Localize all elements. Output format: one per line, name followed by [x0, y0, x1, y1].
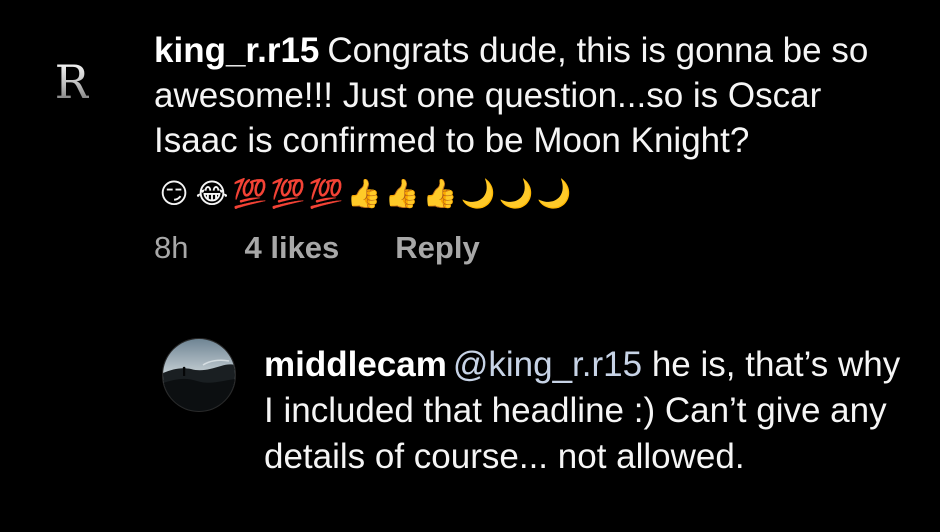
avatar[interactable]	[162, 338, 236, 412]
thumbs-up-emoji: 👍	[422, 178, 458, 209]
comment-time: 8h	[154, 230, 189, 265]
emoji-row: 😏 😂 💯 💯 💯 👍 👍 👍 🌙 🌙 🌙	[158, 178, 572, 210]
hundred-points-emoji: 💯	[270, 178, 306, 209]
thumbs-up-emoji: 👍	[384, 178, 420, 209]
reply-username[interactable]: middlecam	[264, 345, 447, 384]
hundred-points-emoji: 💯	[232, 178, 268, 209]
comment-username[interactable]: king_r.r15	[154, 31, 319, 70]
mention-link[interactable]: @king_r.r15	[453, 345, 642, 384]
avatar-letter: R	[54, 55, 90, 109]
crescent-moon-emoji: 🌙	[460, 178, 496, 209]
reply-comment: middlecam @king_r.r15 he is, that’s why I…	[0, 330, 940, 532]
crescent-moon-emoji: 🌙	[498, 178, 534, 209]
comment-meta: 8h 4 likes Reply	[154, 226, 480, 270]
comment-body: king_r.r15 Congrats dude, this is gonna b…	[154, 28, 894, 210]
reply-body: middlecam @king_r.r15 he is, that’s why I…	[264, 342, 904, 480]
tears-of-joy-emoji: 😂	[195, 178, 229, 209]
thumbs-up-emoji: 👍	[346, 178, 382, 209]
crescent-moon-emoji: 🌙	[536, 178, 572, 209]
reply-button[interactable]: Reply	[395, 226, 479, 270]
likes-count[interactable]: 4 likes	[244, 226, 339, 270]
smirk-emoji: 😏	[159, 178, 189, 209]
landscape-photo-icon	[163, 339, 235, 411]
avatar[interactable]: R	[36, 44, 108, 116]
hundred-points-emoji: 💯	[308, 178, 344, 209]
